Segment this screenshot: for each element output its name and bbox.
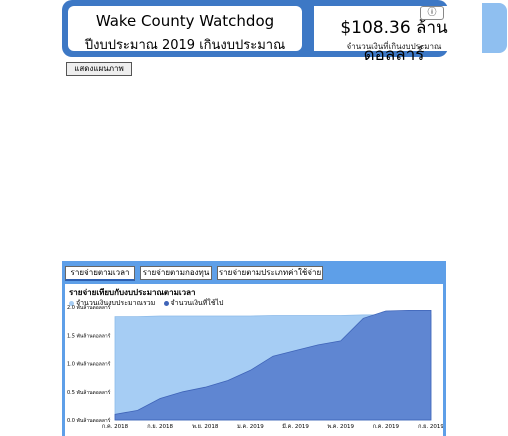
- chart-panel: รายจ่ายตามเวลา รายจ่ายตามกองทุน รายจ่ายต…: [62, 261, 446, 436]
- app-title: Wake County Watchdog: [95, 12, 275, 30]
- x-tick-label: ก.ย. 2019: [418, 424, 443, 430]
- x-tick-label: พ.ย. 2018: [192, 424, 219, 430]
- fiscal-year-subtitle: ปีงบประมาณ 2019 เกินงบประมาณ: [84, 38, 286, 53]
- show-map-button[interactable]: แสดงแผนภาพ: [66, 62, 132, 76]
- x-tick-label: ม.ค. 2019: [237, 424, 264, 430]
- y-tick-label: 2.0 พันล้านดอลลาร์: [67, 304, 111, 311]
- x-tick-label: พ.ค. 2019: [327, 424, 354, 430]
- x-tick-label: ก.ย. 2018: [147, 424, 173, 430]
- over-budget-caption: จำนวนเงินที่เกินงบประมาณ: [346, 42, 442, 51]
- area-chart: 0.0 พันล้านดอลลาร์ 0.5 พันล้านดอลลาร์ 1.0 …: [67, 304, 443, 430]
- x-tick-label: ก.ค. 2018: [102, 424, 129, 430]
- info-icon[interactable]: ⓘ: [420, 6, 444, 20]
- x-tick-label: ก.ค. 2019: [373, 424, 400, 430]
- title-box: Wake County Watchdog ปีงบประมาณ 2019 เกิ…: [68, 6, 302, 53]
- header-banner: Wake County Watchdog ปีงบประมาณ 2019 เกิ…: [62, 0, 507, 65]
- x-tick-label: มี.ค. 2019: [282, 423, 309, 430]
- chart-area: รายจ่ายเทียบกับงบประมาณตามเวลา จำนวนเงิน…: [65, 284, 443, 436]
- y-tick-label: 0.0 พันล้านดอลลาร์: [67, 417, 111, 424]
- tab-spending-over-time[interactable]: รายจ่ายตามเวลา: [65, 266, 135, 281]
- tab-spending-by-expense-type[interactable]: รายจ่ายตามประเภทค่าใช้จ่าย: [217, 266, 323, 280]
- y-tick-label: 1.0 พันล้านดอลลาร์: [67, 361, 111, 368]
- tab-spending-by-fund[interactable]: รายจ่ายตามกองทุน: [140, 266, 212, 280]
- info-panel: [482, 3, 507, 53]
- y-tick-label: 0.5 พันล้านดอลลาร์: [67, 389, 111, 396]
- over-budget-summary: $108.36 ล้านดอลลาร์ จำนวนเงินที่เกินงบปร…: [314, 6, 474, 65]
- y-tick-label: 1.5 พันล้านดอลลาร์: [67, 332, 111, 339]
